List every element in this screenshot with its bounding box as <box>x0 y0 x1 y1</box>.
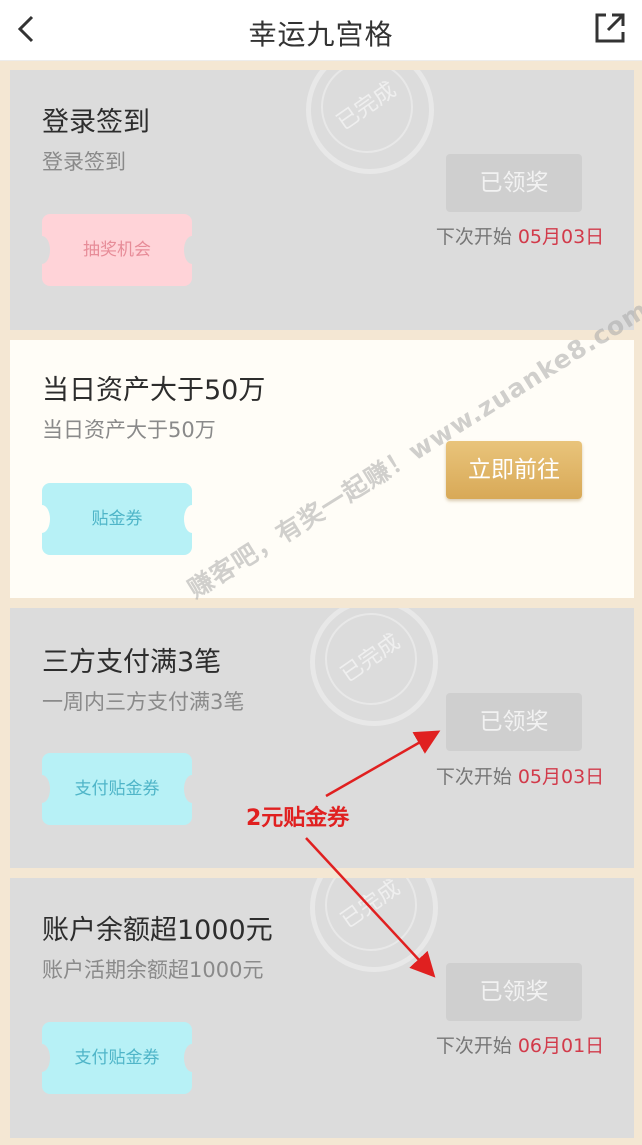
task-card-login: 已完成 登录签到 登录签到 抽奖机会 已领奖 下次开始 05月03日 <box>10 70 634 330</box>
completed-stamp: 已完成 <box>306 608 438 726</box>
next-start: 下次开始 06月01日 <box>420 1031 620 1058</box>
reward-ticket: 支付贴金券 <box>34 753 200 825</box>
completed-stamp: 已完成 <box>302 70 434 174</box>
task-title: 登录签到 <box>42 107 150 138</box>
share-icon <box>595 13 625 43</box>
stamp-text: 已完成 <box>306 878 436 970</box>
task-title: 账户余额超1000元 <box>42 915 273 946</box>
completed-stamp: 已完成 <box>306 878 438 972</box>
reward-ticket: 抽奖机会 <box>34 214 200 286</box>
next-start-label: 下次开始 <box>435 226 512 248</box>
go-now-button[interactable]: 立即前往 <box>446 441 582 499</box>
task-title: 当日资产大于50万 <box>42 375 266 406</box>
top-bar: 幸运九宫格 <box>0 0 642 61</box>
next-start-date: 06月01日 <box>517 1035 605 1057</box>
task-title: 三方支付满3笔 <box>42 647 222 678</box>
next-start-label: 下次开始 <box>435 1035 512 1057</box>
task-subtitle: 当日资产大于50万 <box>42 418 216 442</box>
claimed-button: 已领奖 <box>446 693 582 751</box>
next-start: 下次开始 05月03日 <box>420 222 620 249</box>
task-card-balance: 已完成 账户余额超1000元 账户活期余额超1000元 支付贴金券 已领奖 下次… <box>10 878 634 1138</box>
stamp-text: 已完成 <box>306 608 436 724</box>
next-start-date: 05月03日 <box>517 226 605 248</box>
task-subtitle: 账户活期余额超1000元 <box>42 958 264 982</box>
share-button[interactable] <box>592 10 628 46</box>
claimed-button: 已领奖 <box>446 963 582 1021</box>
stamp-text: 已完成 <box>302 70 432 172</box>
next-start: 下次开始 05月03日 <box>420 762 620 789</box>
claimed-button: 已领奖 <box>446 154 582 212</box>
task-subtitle: 一周内三方支付满3笔 <box>42 690 245 714</box>
next-start-date: 05月03日 <box>517 766 605 788</box>
annotation-label: 2元贴金券 <box>246 806 350 831</box>
task-subtitle: 登录签到 <box>42 150 126 174</box>
reward-ticket: 支付贴金券 <box>34 1022 200 1094</box>
next-start-label: 下次开始 <box>435 766 512 788</box>
reward-ticket: 贴金券 <box>34 483 200 555</box>
page-title: 幸运九宫格 <box>248 18 394 51</box>
